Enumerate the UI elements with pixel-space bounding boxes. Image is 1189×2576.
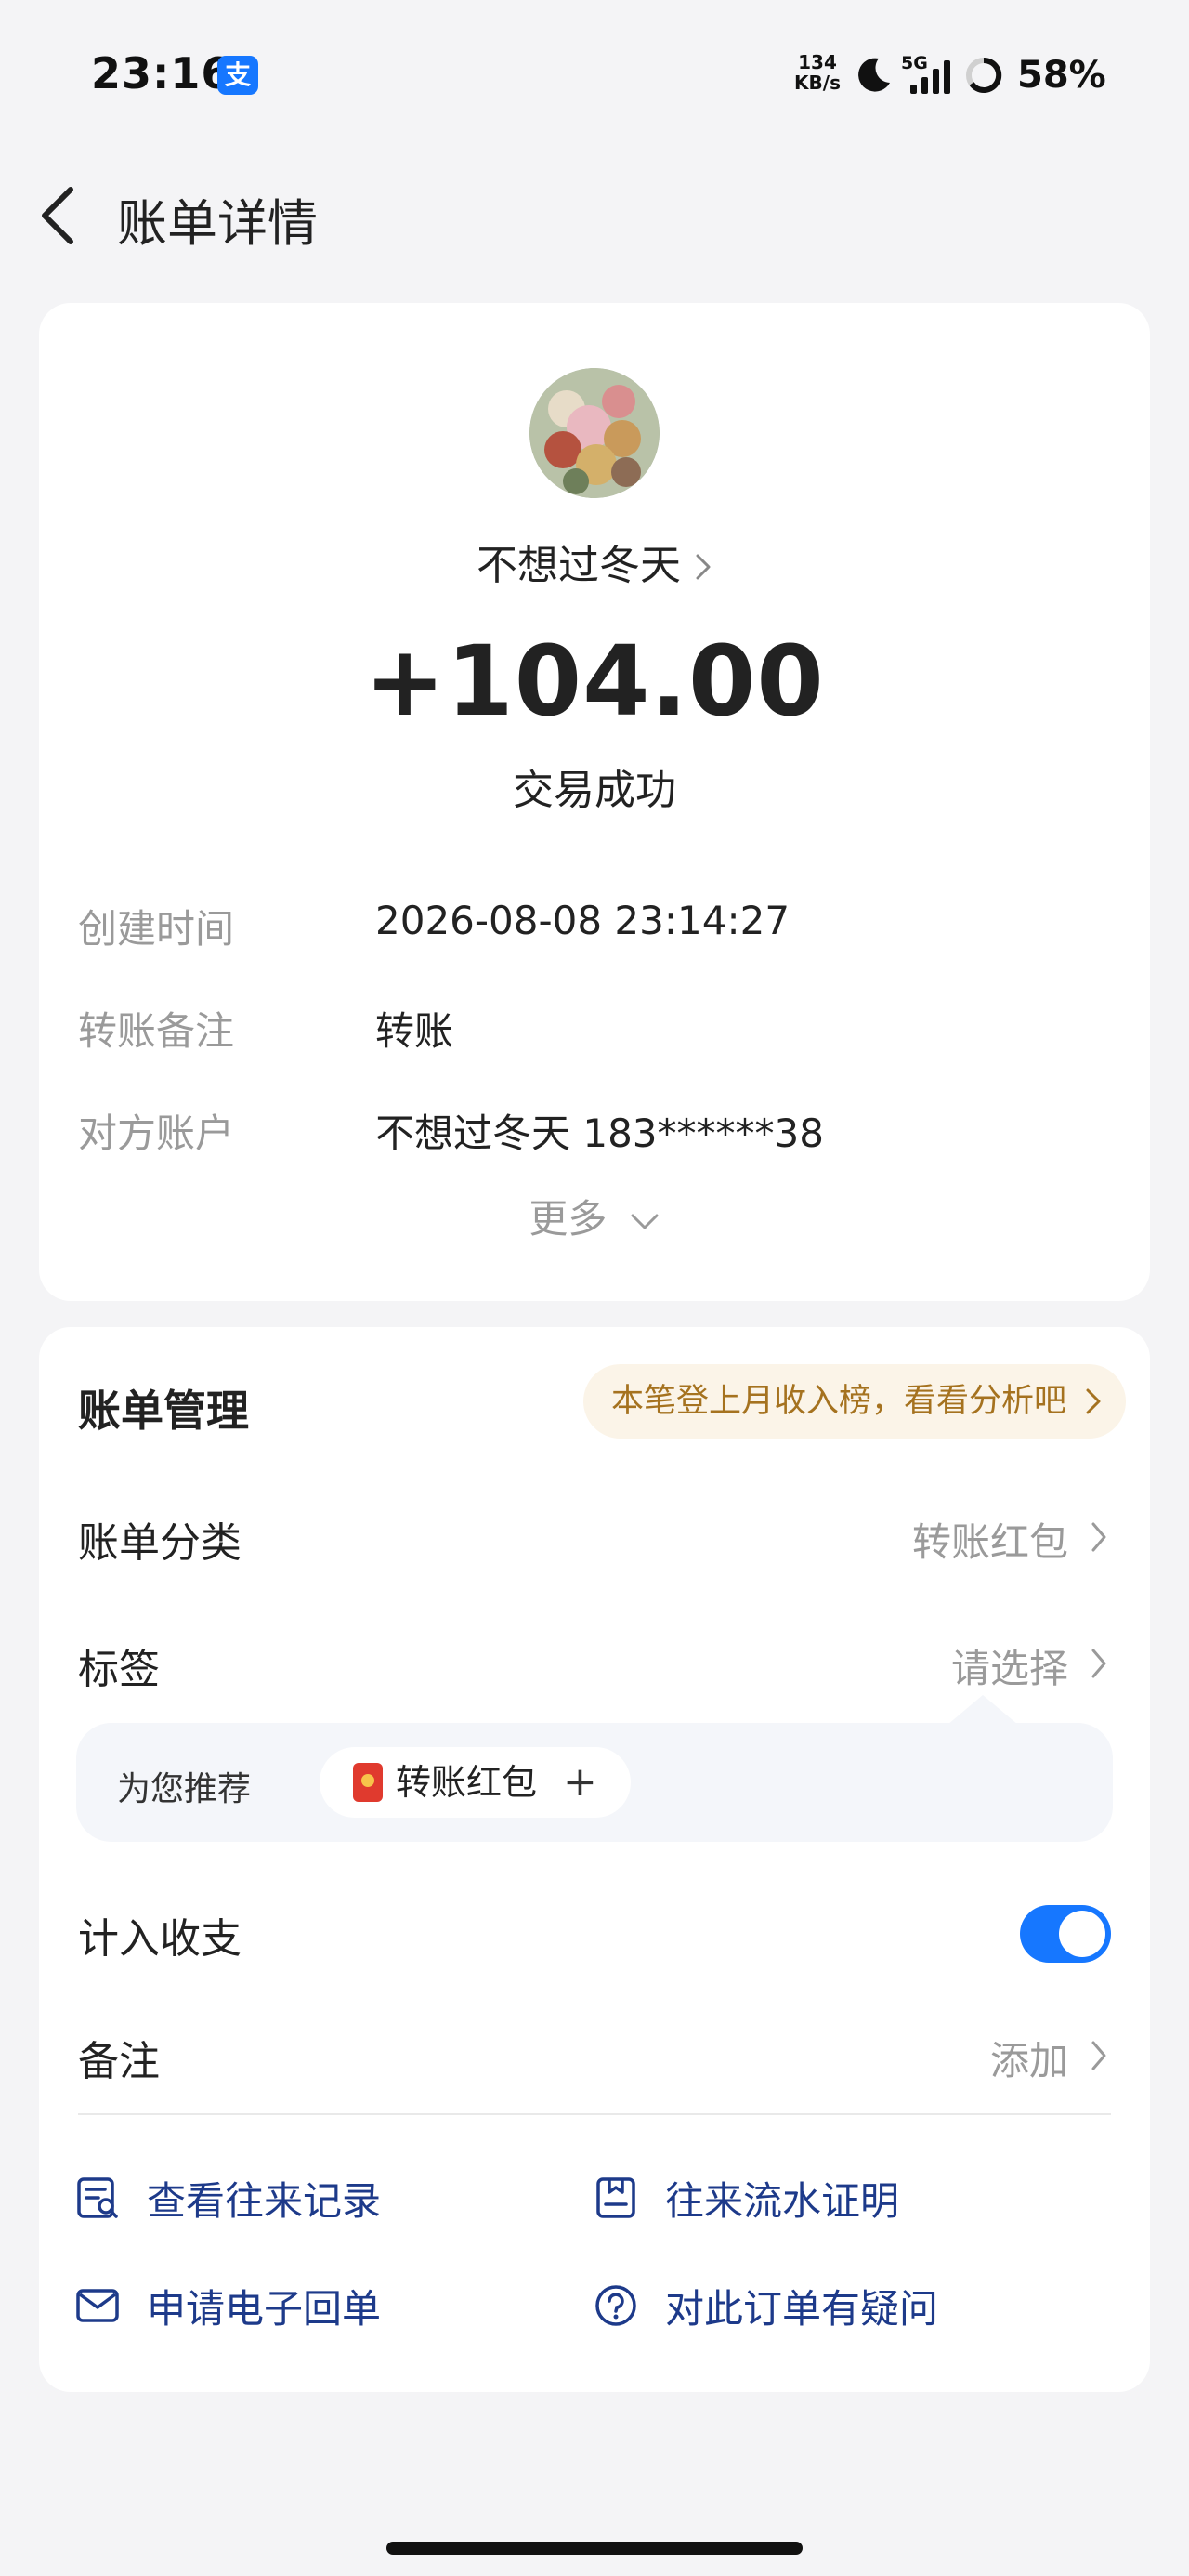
view-records-button[interactable]: 查看往来记录	[74, 2165, 381, 2230]
mail-icon	[76, 2289, 119, 2322]
status-icons: 5G 58%	[853, 52, 1106, 99]
tag-label: 标签	[78, 1646, 160, 1693]
action-label: 申请电子回单	[147, 2285, 382, 2332]
red-packet-icon	[353, 1763, 383, 1802]
detail-value: 不想过冬天 183******38	[375, 1111, 824, 1156]
nav-bar: 账单详情	[0, 167, 1189, 260]
records-icon	[77, 2177, 118, 2218]
status-bar: 23:16 支 134 KB/s 5G 58%	[0, 0, 1189, 149]
alipay-notification-icon: 支	[217, 56, 258, 95]
battery-level: 58%	[1017, 54, 1106, 97]
detail-label: 对方账户	[78, 1111, 235, 1156]
more-button[interactable]: 更多	[39, 1188, 1150, 1244]
detail-value: 2026-08-08 23:14:27	[375, 898, 790, 943]
chevron-right-icon	[1091, 1522, 1106, 1552]
chevron-left-icon	[42, 187, 73, 244]
payee-name: 不想过冬天	[477, 542, 681, 589]
note-row[interactable]: 备注 添加	[78, 2018, 1111, 2093]
recommend-pointer	[947, 1695, 1018, 1725]
status-time: 23:16	[91, 48, 232, 99]
include-in-stats-toggle[interactable]	[1020, 1905, 1111, 1963]
home-indicator[interactable]	[386, 2542, 803, 2555]
bill-category-row[interactable]: 账单分类 转账红包	[78, 1500, 1111, 1574]
include-in-stats-label: 计入收支	[78, 1915, 242, 1963]
action-label: 查看往来记录	[147, 2177, 382, 2224]
flower-avatar-image	[529, 368, 660, 498]
detail-label: 创建时间	[78, 906, 235, 952]
more-label: 更多	[529, 1196, 608, 1242]
income-ranking-pill[interactable]: 本笔登上月收入榜，看看分析吧	[582, 1364, 1126, 1439]
payee-avatar[interactable]	[529, 368, 660, 498]
bill-management-card: 账单管理 本笔登上月收入榜，看看分析吧 账单分类 转账红包 标签 请选择 为您推…	[39, 1327, 1150, 2392]
network-speed: 134 KB/s	[790, 52, 845, 93]
transaction-card: 不想过冬天 +104.00 交易成功 创建时间 2026-08-08 23:14…	[39, 303, 1150, 1301]
chevron-right-icon	[694, 545, 712, 592]
recommend-tag-chip[interactable]: 转账红包 +	[320, 1747, 631, 1818]
management-title: 账单管理	[78, 1386, 249, 1436]
chevron-right-icon	[1091, 1649, 1106, 1678]
detail-value: 转账	[375, 1008, 454, 1054]
recommend-tag-label: 转账红包	[396, 1762, 538, 1803]
chevron-down-icon	[631, 1214, 659, 1229]
signal-icon: 5G	[901, 53, 950, 94]
note-label: 备注	[78, 2038, 160, 2085]
bill-detail-page: 23:16 支 134 KB/s 5G 58% 账单详情 不想过冬天 +104.…	[0, 0, 1189, 2576]
toggle-knob	[1059, 1911, 1105, 1957]
network-speed-unit: KB/s	[794, 72, 841, 94]
network-type: 5G	[901, 53, 928, 73]
bill-category-value: 转账红包	[911, 1519, 1068, 1565]
transaction-amount: +104.00	[364, 624, 825, 738]
income-ranking-label: 本笔登上月收入榜，看看分析吧	[610, 1383, 1066, 1420]
payee-name-link[interactable]: 不想过冬天	[39, 532, 1150, 592]
moon-icon	[858, 58, 890, 92]
action-label: 对此订单有疑问	[665, 2285, 939, 2332]
recommend-label: 为您推荐	[117, 1770, 252, 1808]
include-in-stats-row: 计入收支	[78, 1896, 1111, 1970]
order-question-button[interactable]: 对此订单有疑问	[593, 2273, 938, 2338]
note-value: 添加	[989, 2038, 1068, 2083]
battery-icon	[966, 57, 1002, 93]
action-label: 往来流水证明	[665, 2177, 900, 2224]
back-button[interactable]	[33, 177, 89, 251]
recommend-box: 为您推荐 转账红包 +	[76, 1723, 1113, 1842]
question-icon	[595, 2285, 636, 2326]
bill-category-label: 账单分类	[78, 1519, 242, 1567]
tag-value: 请选择	[950, 1646, 1068, 1691]
chevron-right-icon	[1086, 1388, 1101, 1414]
chevron-right-icon	[1091, 2041, 1106, 2070]
detail-row-counterparty-account: 对方账户 不想过冬天 183******38	[78, 1102, 1109, 1158]
network-speed-value: 134	[798, 51, 837, 73]
page-title: 账单详情	[117, 194, 318, 253]
detail-row-created-time: 创建时间 2026-08-08 23:14:27	[78, 898, 1109, 953]
transaction-status: 交易成功	[513, 767, 676, 814]
tag-row[interactable]: 标签 请选择	[78, 1626, 1111, 1701]
detail-label: 转账备注	[78, 1008, 235, 1054]
detail-row-transfer-note: 转账备注 转账	[78, 1000, 1109, 1056]
statement-icon	[596, 2177, 635, 2218]
plus-icon: +	[563, 1758, 597, 1806]
e-receipt-button[interactable]: 申请电子回单	[74, 2273, 381, 2338]
divider	[78, 2113, 1111, 2115]
statement-proof-button[interactable]: 往来流水证明	[593, 2165, 899, 2230]
